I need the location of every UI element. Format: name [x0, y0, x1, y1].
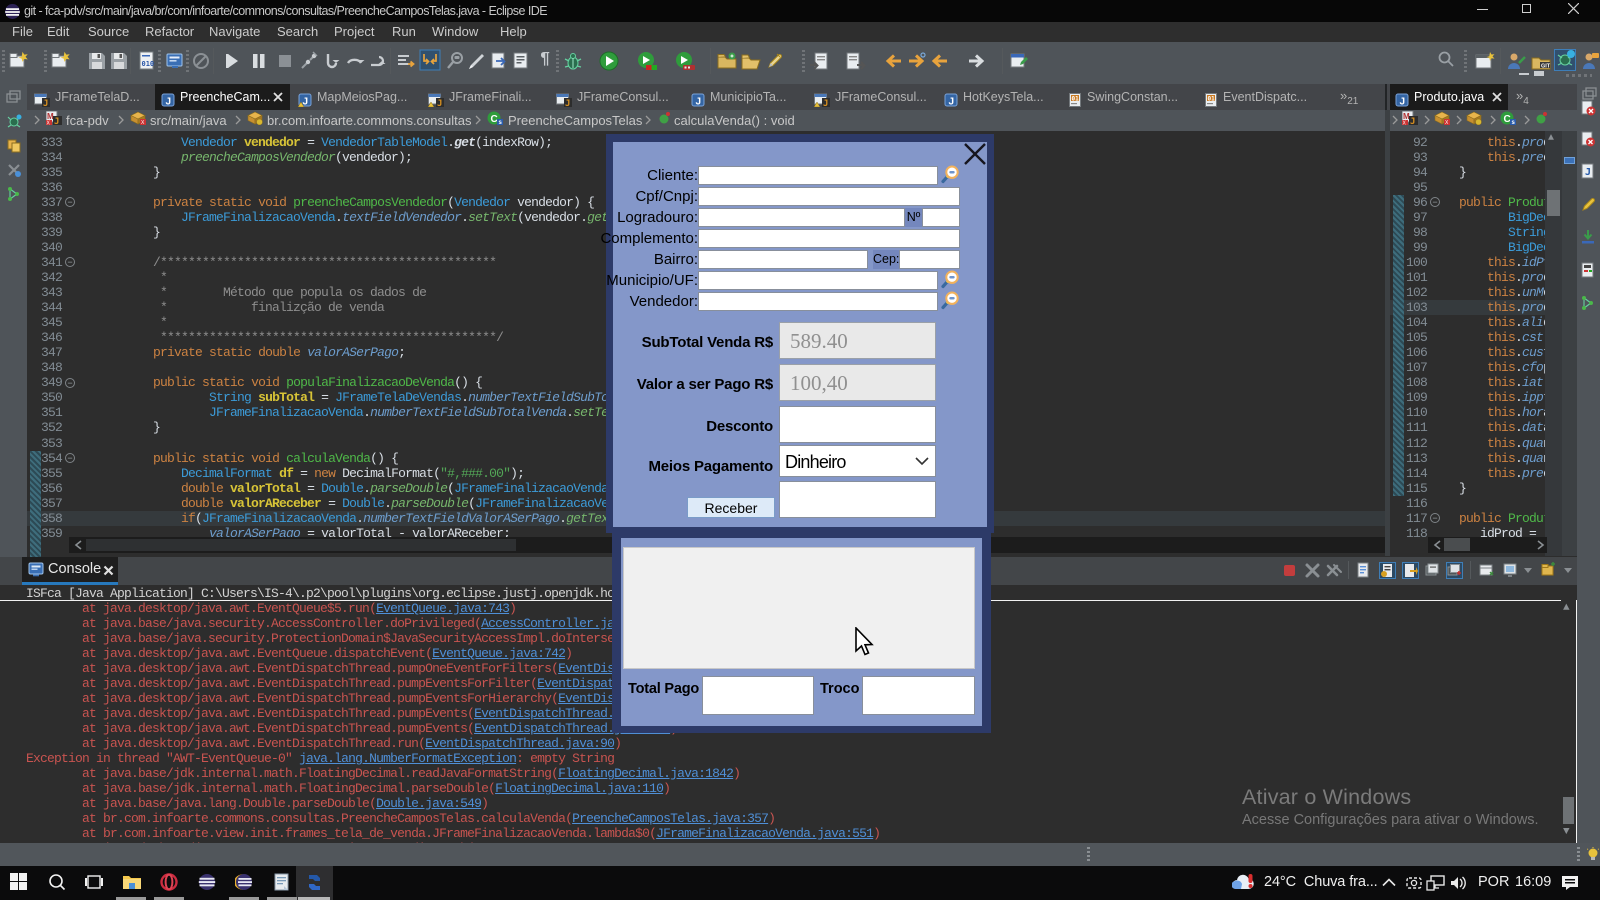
- svg-text:GIT: GIT: [1541, 64, 1551, 70]
- svg-text:J: J: [166, 97, 172, 108]
- svg-text:J: J: [565, 99, 570, 107]
- svg-text:C: C: [491, 114, 498, 125]
- svg-text:J: J: [696, 97, 702, 108]
- svg-text:C: C: [1504, 114, 1511, 125]
- svg-text:010: 010: [142, 60, 155, 68]
- svg-text:J: J: [437, 99, 442, 107]
- svg-text:J: J: [949, 97, 955, 108]
- svg-text:J: J: [1585, 167, 1591, 178]
- svg-text:01: 01: [1072, 96, 1080, 103]
- svg-text:J: J: [823, 99, 828, 107]
- svg-text:J: J: [54, 117, 59, 125]
- svg-text:J: J: [43, 99, 48, 107]
- svg-text:J: J: [1400, 97, 1406, 108]
- svg-text:J: J: [1410, 117, 1415, 125]
- svg-text:01: 01: [1208, 96, 1216, 103]
